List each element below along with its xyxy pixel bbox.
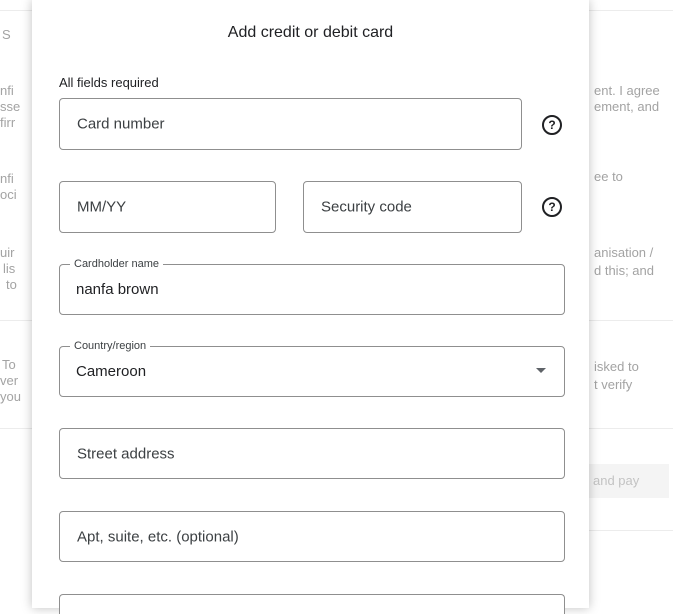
security-code-field[interactable]: Security code — [303, 181, 522, 233]
background-text: t verify — [594, 377, 633, 392]
divider — [0, 428, 32, 429]
divider — [0, 320, 32, 321]
country-region-value: Cameroon — [76, 363, 147, 380]
background-text: ement, and — [594, 99, 660, 114]
expiry-field[interactable]: MM/YY — [59, 181, 276, 233]
country-region-select[interactable]: Country/region Cameroon — [59, 340, 565, 397]
background-text: isked to — [594, 359, 639, 374]
pay-button: and pay — [585, 464, 669, 498]
divider — [589, 320, 673, 321]
divider — [0, 10, 32, 11]
apt-suite-placeholder: Apt, suite, etc. (optional) — [77, 528, 239, 545]
required-note: All fields required — [59, 75, 159, 90]
next-address-field[interactable] — [59, 594, 565, 614]
help-icon[interactable]: ? — [542, 197, 562, 217]
security-code-placeholder: Security code — [321, 198, 412, 216]
divider — [589, 530, 673, 531]
divider — [589, 428, 673, 429]
street-address-placeholder: Street address — [77, 445, 175, 462]
cardholder-name-field[interactable]: Cardholder name nanfa brown — [59, 258, 565, 315]
add-card-dialog: Add credit or debit card All fields requ… — [32, 0, 589, 614]
chevron-down-icon — [536, 368, 546, 373]
apt-suite-field[interactable]: Apt, suite, etc. (optional) — [59, 511, 565, 562]
dialog-title: Add credit or debit card — [227, 24, 394, 41]
background-text: oci — [0, 187, 17, 202]
card-number-field[interactable]: Card number — [59, 98, 522, 150]
background-text: firr — [0, 115, 16, 130]
cardholder-name-value: nanfa brown — [76, 281, 159, 298]
background-text: d this; and — [594, 263, 654, 278]
background-text: ee to — [594, 169, 623, 184]
background-text: anisation / — [594, 245, 654, 260]
divider — [589, 10, 673, 11]
background-text: you — [0, 389, 21, 404]
street-address-field[interactable]: Street address — [59, 428, 565, 479]
country-region-label: Country/region — [70, 340, 151, 352]
expiry-placeholder: MM/YY — [77, 198, 127, 216]
background-text: S — [2, 27, 11, 42]
background-text: to — [6, 277, 17, 292]
card-number-placeholder: Card number — [77, 115, 165, 133]
help-icon[interactable]: ? — [542, 115, 562, 135]
cardholder-name-label: Cardholder name — [70, 258, 163, 270]
